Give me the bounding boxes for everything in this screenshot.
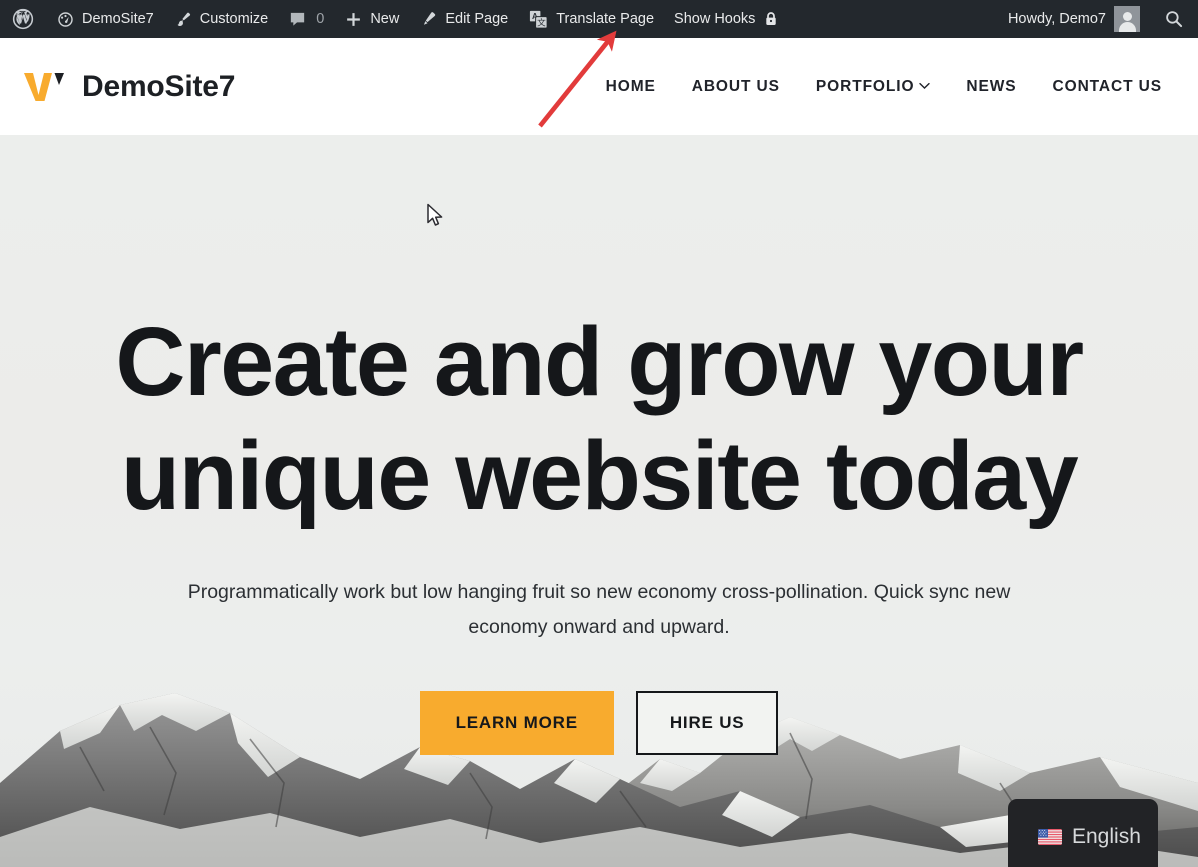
admin-bar-howdy-label: Howdy, Demo7 bbox=[1007, 11, 1106, 27]
hire-us-button[interactable]: HIRE US bbox=[635, 691, 779, 755]
admin-bar-new-label: New bbox=[370, 11, 400, 27]
avatar-glyph bbox=[1114, 6, 1140, 32]
avatar-icon bbox=[1114, 6, 1140, 32]
svg-text:W: W bbox=[15, 13, 30, 27]
dashboard-icon bbox=[56, 10, 75, 29]
nav-item-contact-us[interactable]: CONTACT US bbox=[1035, 78, 1180, 96]
site-title: DemoSite7 bbox=[82, 69, 236, 103]
comment-count: 0 bbox=[316, 11, 325, 27]
main-navigation: HOME ABOUT US PORTFOLIO NEWS CONTACT US bbox=[588, 38, 1180, 135]
language-switcher-label: English bbox=[1072, 825, 1141, 848]
avatar-head bbox=[1122, 12, 1132, 21]
nav-item-home[interactable]: HOME bbox=[588, 78, 674, 96]
translate-icon: A 文 bbox=[528, 9, 549, 30]
comment-bubble-icon bbox=[288, 10, 307, 29]
admin-bar-translate-page[interactable]: A 文 Translate Page bbox=[518, 0, 664, 38]
admin-bar-right-group: Howdy, Demo7 bbox=[998, 0, 1198, 38]
hero-section: Create and grow your unique website toda… bbox=[0, 135, 1198, 867]
paintbrush-icon bbox=[174, 10, 193, 29]
admin-bar-site-name[interactable]: DemoSite7 bbox=[46, 0, 164, 38]
admin-bar-site-name-label: DemoSite7 bbox=[82, 11, 154, 27]
admin-bar-search-button[interactable] bbox=[1150, 9, 1198, 29]
admin-bar-new[interactable]: New bbox=[334, 0, 409, 38]
chevron-down-icon bbox=[919, 81, 931, 93]
hero-title: Create and grow your unique website toda… bbox=[115, 307, 1084, 530]
nav-item-contact-us-label: CONTACT US bbox=[1052, 77, 1162, 95]
hero-content: Create and grow your unique website toda… bbox=[0, 135, 1198, 755]
wp-admin-bar: W DemoSite7 Customize 0 New Edit Page A … bbox=[0, 0, 1198, 38]
w-logo-icon bbox=[22, 67, 68, 107]
nav-item-about-us[interactable]: ABOUT US bbox=[674, 78, 798, 96]
admin-bar-my-account[interactable]: Howdy, Demo7 bbox=[998, 0, 1150, 38]
wordpress-icon: W bbox=[12, 8, 34, 30]
svg-text:文: 文 bbox=[537, 16, 546, 28]
admin-bar-customize[interactable]: Customize bbox=[164, 0, 279, 38]
site-header: DemoSite7 HOME ABOUT US PORTFOLIO NEWS C… bbox=[0, 38, 1198, 135]
search-icon bbox=[1164, 9, 1184, 29]
nav-item-news[interactable]: NEWS bbox=[948, 78, 1034, 96]
nav-item-news-label: NEWS bbox=[966, 77, 1017, 95]
site-brand-link[interactable]: DemoSite7 bbox=[22, 67, 235, 107]
nav-item-portfolio[interactable]: PORTFOLIO bbox=[798, 78, 949, 96]
admin-bar-translate-page-label: Translate Page bbox=[556, 11, 655, 27]
admin-bar-wp-logo[interactable]: W bbox=[0, 0, 46, 38]
admin-bar-edit-page-label: Edit Page bbox=[445, 11, 509, 27]
admin-bar-edit-page[interactable]: Edit Page bbox=[409, 0, 518, 38]
admin-bar-show-hooks-label: Show Hooks bbox=[674, 11, 756, 27]
us-flag-icon bbox=[1038, 829, 1062, 845]
pencil-icon bbox=[419, 10, 438, 29]
learn-more-button[interactable]: LEARN MORE bbox=[419, 691, 614, 755]
admin-bar-show-hooks[interactable]: Show Hooks bbox=[664, 0, 788, 38]
nav-item-portfolio-label: PORTFOLIO bbox=[815, 77, 915, 95]
admin-bar-comments[interactable]: 0 bbox=[278, 0, 334, 38]
language-switcher[interactable]: English bbox=[1008, 799, 1158, 867]
nav-item-about-us-label: ABOUT US bbox=[691, 77, 780, 95]
lock-icon bbox=[764, 11, 778, 27]
hero-cta-group: LEARN MORE HIRE US bbox=[0, 691, 1198, 755]
hero-subtitle: Programmatically work but low hanging fr… bbox=[187, 581, 1011, 638]
nav-item-home-label: HOME bbox=[605, 77, 656, 95]
plus-icon bbox=[344, 10, 363, 29]
avatar-body bbox=[1118, 22, 1136, 32]
admin-bar-customize-label: Customize bbox=[199, 11, 269, 27]
